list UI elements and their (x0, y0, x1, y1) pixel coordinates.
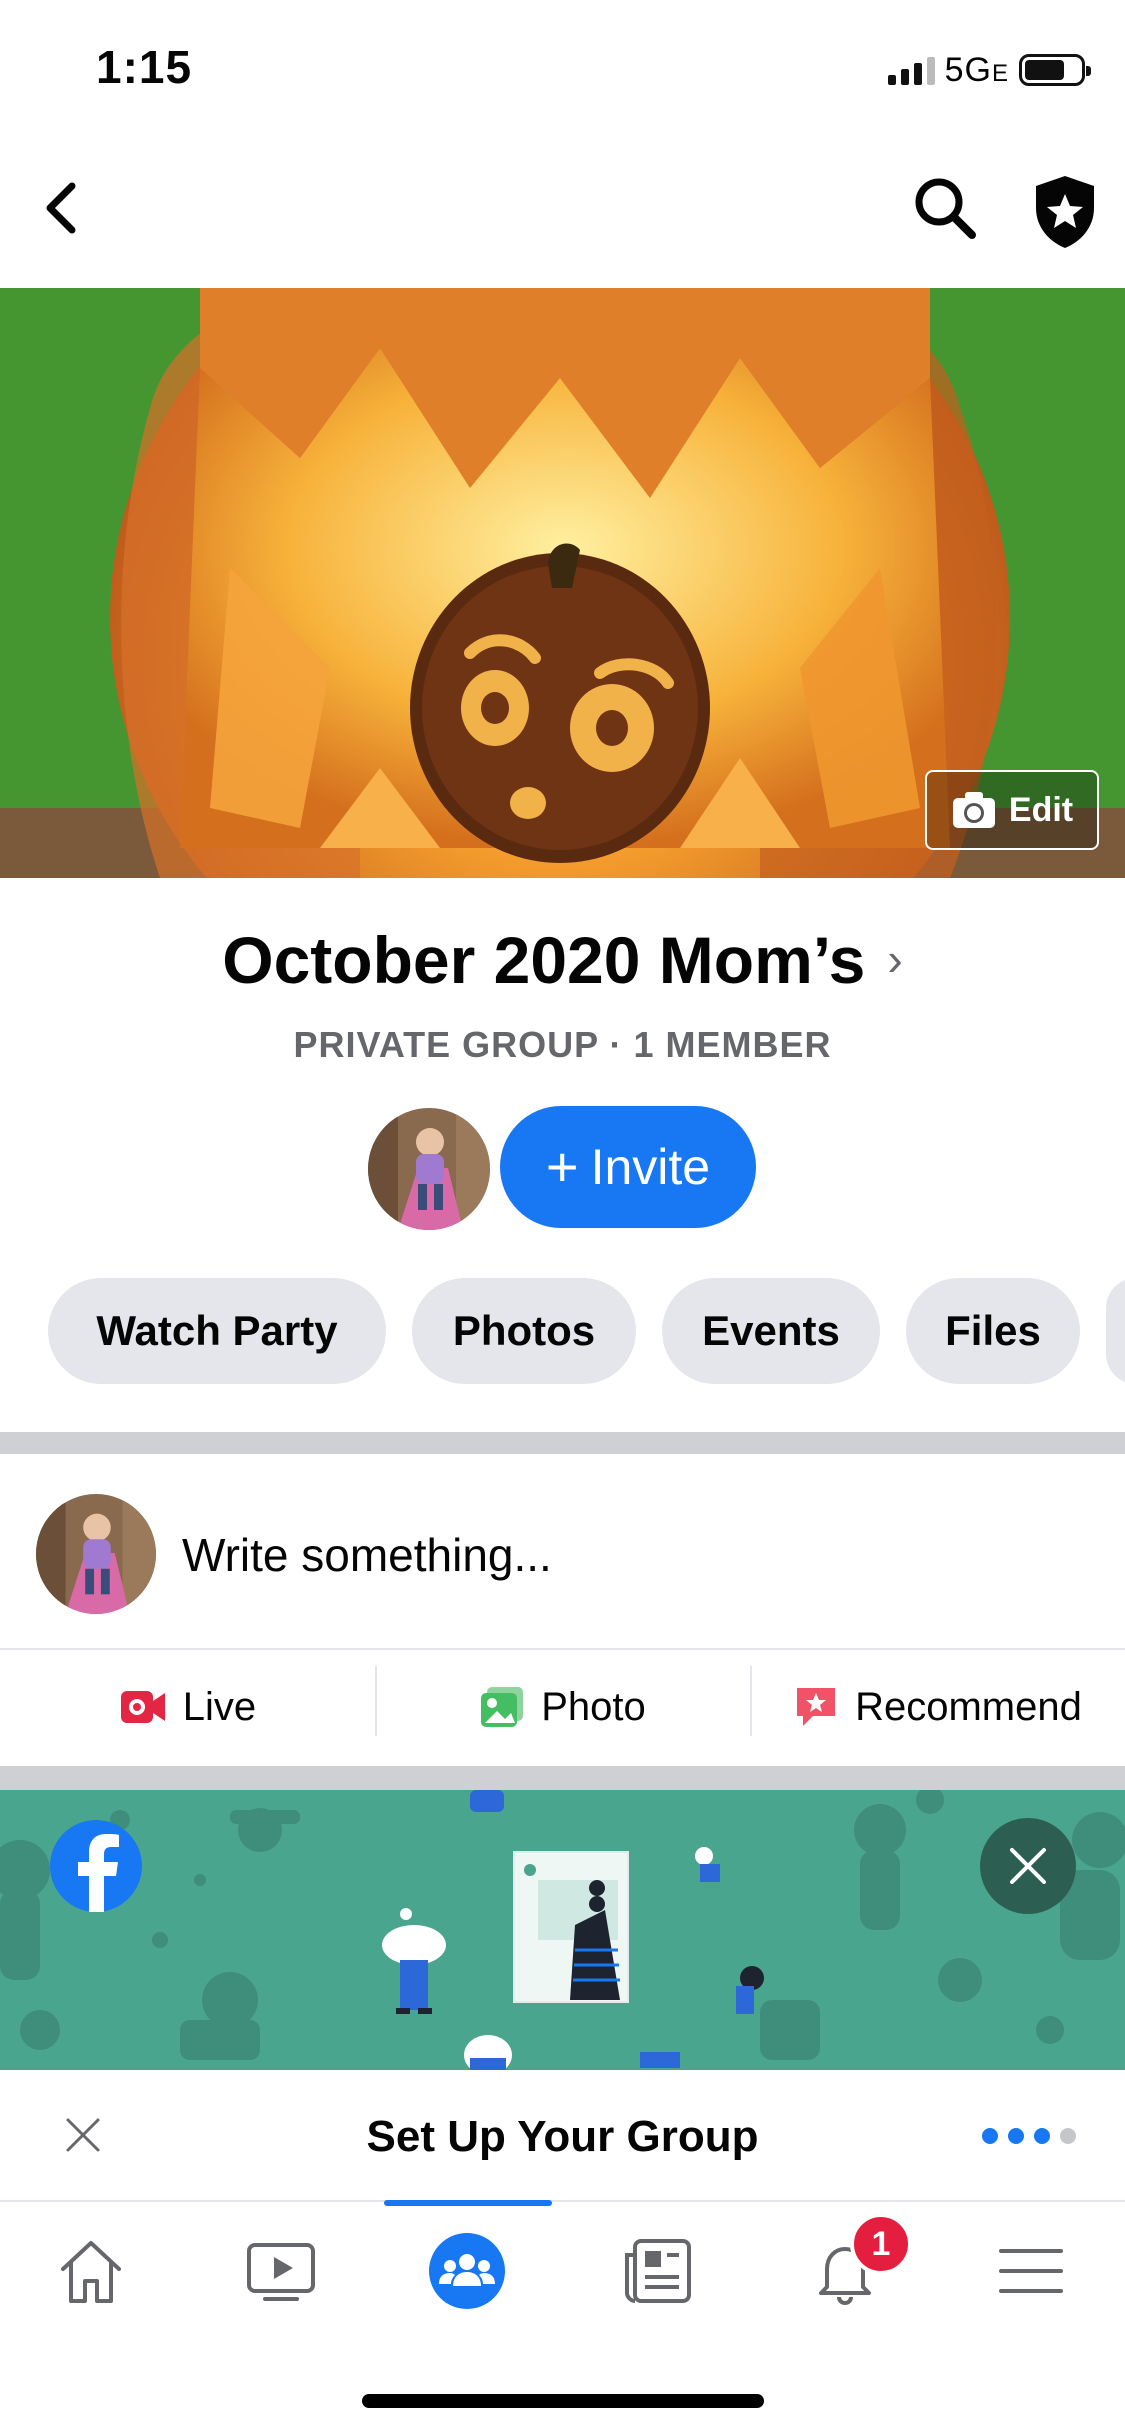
news-icon (625, 2239, 691, 2303)
recommend-icon (797, 1688, 836, 1726)
shield-star-icon (1036, 176, 1094, 248)
status-indicators: 5GE (887, 50, 1091, 90)
progress-dot (1060, 2128, 1076, 2144)
active-tab-indicator (384, 2200, 552, 2206)
photo-label: Photo (541, 1684, 646, 1729)
home-indicator[interactable] (362, 2394, 764, 2408)
photo-button[interactable]: Photo (375, 1652, 750, 1762)
tab-menu[interactable] (986, 2226, 1076, 2316)
menu-icon (999, 2249, 1063, 2293)
home-icon (61, 2241, 121, 2303)
bottom-tab-bar (0, 2200, 1125, 2336)
section-divider (0, 1432, 1125, 1454)
composer-avatar[interactable] (36, 1494, 156, 1614)
group-name[interactable]: October 2020 Mom’s › (0, 922, 1125, 998)
recommend-button[interactable]: Recommend (750, 1652, 1125, 1762)
notification-badge: 1 (850, 2213, 912, 2275)
network-label: 5GE (944, 50, 1009, 89)
progress-dot (1008, 2128, 1024, 2144)
progress-dot (982, 2128, 998, 2144)
signal-icon (887, 55, 935, 85)
group-name-text: October 2020 Mom’s (222, 923, 866, 997)
tab-groups[interactable] (422, 2226, 512, 2316)
tab-news[interactable] (612, 2226, 702, 2316)
photo-icon (481, 1687, 524, 1727)
setup-title[interactable]: Set Up Your Group (0, 2112, 1125, 2162)
invite-button[interactable]: + Invite (500, 1106, 756, 1228)
status-time: 1:15 (96, 41, 193, 93)
recommend-label: Recommend (855, 1684, 1082, 1729)
section-divider (0, 1766, 1125, 1790)
chevron-right-icon: › (887, 933, 903, 985)
battery-icon (1019, 54, 1091, 86)
back-button[interactable] (34, 178, 94, 238)
composer-actions: Live Photo Recommend (0, 1652, 1125, 1762)
chip-watch-party[interactable]: Watch Party (48, 1278, 386, 1384)
live-button[interactable]: Live (0, 1652, 375, 1762)
chip-files[interactable]: Files (906, 1278, 1080, 1384)
setup-banner-illustration (0, 1790, 1125, 2070)
search-icon (915, 178, 976, 239)
admin-tools-button[interactable] (1030, 172, 1100, 252)
chevron-left-icon (46, 182, 76, 234)
group-tabs-chips: Watch Party Photos Events Files (48, 1278, 1125, 1384)
chip-more-partial[interactable] (1106, 1278, 1125, 1384)
close-banner-button[interactable] (980, 1818, 1076, 1914)
plus-icon: + (545, 1135, 579, 1198)
camera-icon (952, 792, 995, 828)
chip-photos[interactable]: Photos (412, 1278, 636, 1384)
close-icon (1010, 1848, 1046, 1884)
avatar-image (368, 1108, 490, 1230)
search-button[interactable] (912, 175, 978, 241)
edit-cover-button[interactable]: Edit (925, 770, 1099, 850)
group-illustration (0, 1790, 1125, 2070)
live-video-icon (120, 1691, 165, 1723)
group-privacy-members: PRIVATE GROUP · 1 MEMBER (293, 1024, 832, 1065)
tab-watch[interactable] (236, 2226, 326, 2316)
chip-events[interactable]: Events (662, 1278, 880, 1384)
avatar-image (36, 1494, 156, 1614)
composer-input[interactable]: Write something... (182, 1528, 552, 1582)
progress-dot (1034, 2128, 1050, 2144)
watch-icon (247, 2243, 315, 2301)
member-avatar[interactable] (368, 1108, 490, 1230)
setup-progress-dots (982, 2128, 1076, 2144)
divider (0, 1648, 1125, 1650)
edit-label: Edit (1008, 790, 1074, 829)
live-label: Live (182, 1684, 257, 1729)
tab-home[interactable] (46, 2226, 136, 2316)
invite-label: Invite (590, 1139, 711, 1195)
groups-icon (429, 2233, 505, 2309)
